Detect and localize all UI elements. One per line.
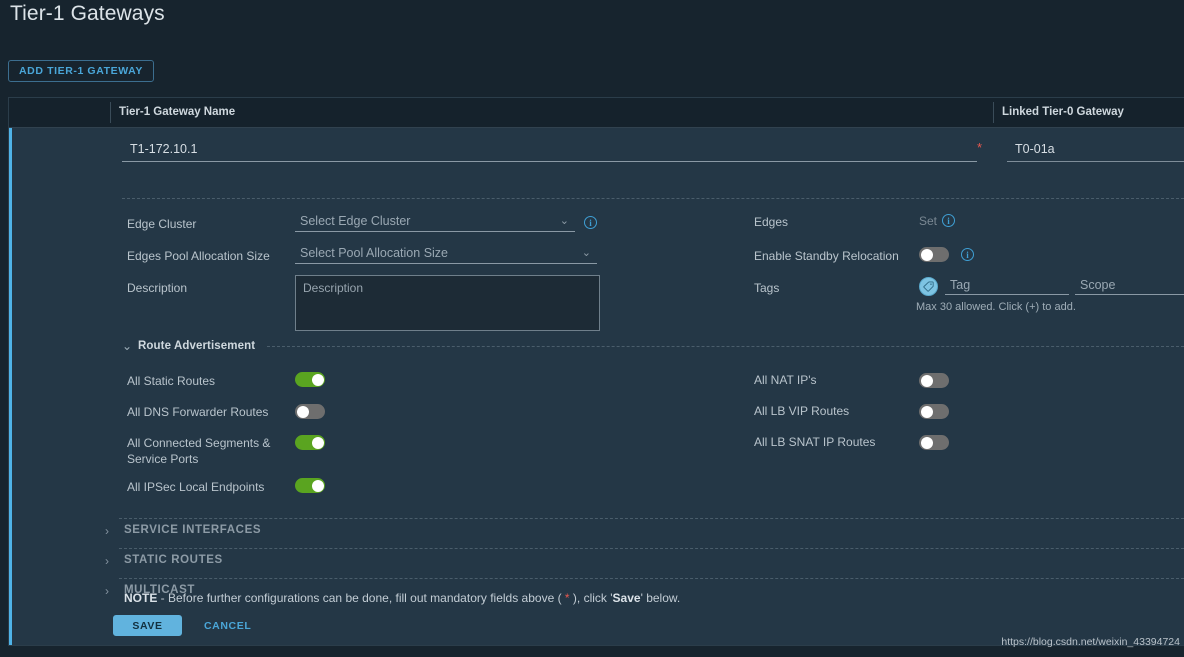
- section-label: STATIC ROUTES: [124, 554, 223, 566]
- standby-relocation-toggle[interactable]: [919, 247, 949, 262]
- section-service-interfaces[interactable]: › SERVICE INTERFACES: [99, 518, 1184, 548]
- tags-label: Tags: [754, 281, 780, 295]
- section-rule: [267, 345, 1184, 347]
- tags-hint: Max 30 allowed. Click (+) to add.: [916, 301, 1076, 313]
- input-underline: [295, 231, 575, 232]
- save-button[interactable]: SAVE: [113, 615, 182, 636]
- chevron-right-icon: ›: [105, 524, 109, 538]
- pool-allocation-select[interactable]: Select Pool Allocation Size ⌄: [295, 245, 597, 264]
- edges-info-icon[interactable]: i: [942, 214, 955, 227]
- edge-cluster-select[interactable]: Select Edge Cluster ⌄: [295, 213, 575, 232]
- watermark: https://blog.csdn.net/weixin_43394724: [1001, 636, 1180, 648]
- description-label: Description: [127, 281, 188, 295]
- scope-placeholder: Scope: [1080, 278, 1116, 292]
- page-title: Tier-1 Gateways: [10, 2, 165, 25]
- all-connected-segments-label: All Connected Segments & Service Ports: [127, 436, 271, 466]
- tag-placeholder: Tag: [950, 278, 971, 292]
- standby-relocation-info-icon[interactable]: i: [961, 248, 974, 261]
- section-rule: [119, 518, 1184, 519]
- toggle-knob: [296, 405, 309, 418]
- all-lb-snat-ip-routes-toggle[interactable]: [919, 435, 949, 450]
- all-static-routes-label: All Static Routes: [127, 374, 216, 388]
- column-separator: [110, 102, 111, 123]
- column-header-gateway-name[interactable]: Tier-1 Gateway Name: [119, 98, 235, 127]
- all-connected-segments-toggle[interactable]: [295, 435, 325, 450]
- edges-set-link[interactable]: Set: [919, 214, 937, 228]
- section-label: MULTICAST: [124, 584, 195, 596]
- description-placeholder: Description: [303, 281, 364, 295]
- chevron-down-icon: ⌄: [581, 247, 591, 259]
- chevron-right-icon: ›: [105, 584, 109, 598]
- toggle-knob: [920, 374, 933, 387]
- toggle-knob: [920, 405, 933, 418]
- section-multicast[interactable]: › MULTICAST: [99, 578, 1184, 608]
- tier1-gateways-page: Tier-1 Gateways ADD TIER-1 GATEWAY Tier-…: [0, 0, 1184, 657]
- gateway-name-value: T1-172.10.1: [130, 142, 198, 156]
- toggle-knob: [920, 248, 933, 261]
- chevron-down-icon: ⌄: [122, 339, 133, 353]
- column-separator: [993, 102, 994, 123]
- section-rule: [119, 548, 1184, 549]
- standby-relocation-label: Enable Standby Relocation: [754, 249, 899, 263]
- input-underline: [945, 294, 1069, 295]
- tag-icon[interactable]: [919, 277, 938, 296]
- gateway-name-field[interactable]: T1-172.10.1: [122, 142, 977, 162]
- edge-cluster-placeholder: Select Edge Cluster: [300, 214, 411, 228]
- all-dns-forwarder-routes-label: All DNS Forwarder Routes: [127, 405, 269, 419]
- all-lb-vip-routes-toggle[interactable]: [919, 404, 949, 419]
- all-nat-ips-toggle[interactable]: [919, 373, 949, 388]
- toggle-knob: [311, 436, 324, 449]
- chevron-down-icon: ⌄: [559, 215, 569, 227]
- route-advertisement-section-header[interactable]: ⌄ Route Advertisement: [122, 340, 1184, 352]
- required-marker: *: [977, 140, 983, 155]
- section-divider: [122, 198, 1184, 199]
- column-header-linked-tier0[interactable]: Linked Tier-0 Gateway: [1002, 98, 1124, 127]
- input-underline: [122, 161, 977, 162]
- section-rule: [119, 578, 1184, 579]
- input-underline: [1007, 161, 1184, 162]
- tag-name-input[interactable]: Tag: [945, 277, 1069, 296]
- edges-label: Edges: [754, 215, 789, 229]
- pool-allocation-label: Edges Pool Allocation Size: [127, 249, 270, 263]
- tag-scope-input[interactable]: Scope: [1075, 277, 1184, 296]
- cancel-button[interactable]: CANCEL: [198, 615, 257, 636]
- section-label: SERVICE INTERFACES: [124, 524, 262, 536]
- all-nat-ips-label: All NAT IP's: [754, 373, 817, 387]
- toggle-knob: [311, 373, 324, 386]
- edge-cluster-info-icon[interactable]: i: [584, 216, 597, 229]
- all-ipsec-local-endpoints-toggle[interactable]: [295, 478, 325, 493]
- chevron-right-icon: ›: [105, 554, 109, 568]
- pool-allocation-placeholder: Select Pool Allocation Size: [300, 246, 449, 260]
- all-lb-snat-ip-routes-label: All LB SNAT IP Routes: [754, 435, 876, 449]
- linked-tier0-value: T0-01a: [1015, 142, 1055, 156]
- toggle-knob: [311, 479, 324, 492]
- all-lb-vip-routes-label: All LB VIP Routes: [754, 404, 850, 418]
- all-ipsec-local-endpoints-label: All IPSec Local Endpoints: [127, 480, 265, 494]
- tier1-gateway-grid: Tier-1 Gateway Name Linked Tier-0 Gatewa…: [8, 97, 1184, 657]
- grid-header: Tier-1 Gateway Name Linked Tier-0 Gatewa…: [9, 98, 1184, 128]
- section-static-routes[interactable]: › STATIC ROUTES: [99, 548, 1184, 578]
- route-advertisement-title: Route Advertisement: [138, 340, 256, 352]
- linked-tier0-field[interactable]: T0-01a: [1007, 142, 1184, 162]
- all-dns-forwarder-routes-toggle[interactable]: [295, 404, 325, 419]
- toggle-knob: [920, 436, 933, 449]
- all-static-routes-toggle[interactable]: [295, 372, 325, 387]
- input-underline: [295, 263, 597, 264]
- add-tier1-gateway-button[interactable]: ADD TIER-1 GATEWAY: [8, 60, 154, 82]
- description-textarea[interactable]: Description: [295, 275, 600, 331]
- input-underline: [1075, 294, 1184, 295]
- edge-cluster-label: Edge Cluster: [127, 217, 197, 231]
